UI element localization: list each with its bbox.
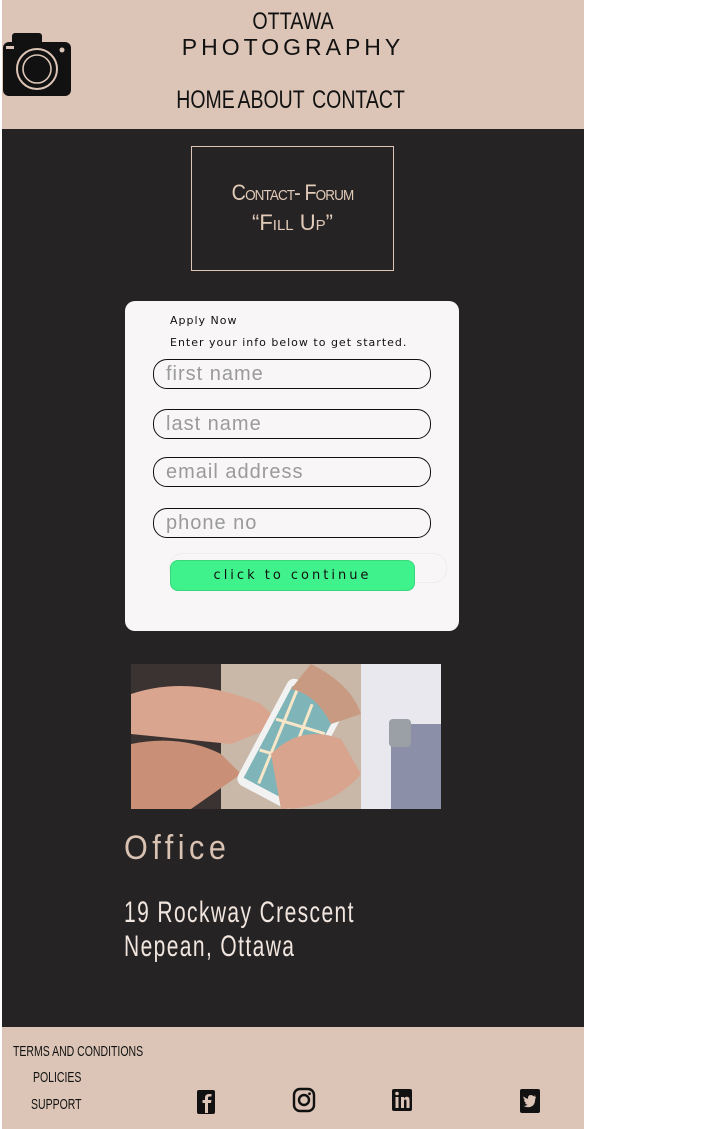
contact-form-card: Apply Now Enter your info below to get s… [125, 301, 459, 631]
phone-input[interactable] [153, 508, 431, 538]
address-line-2: Nepean, Ottawa [124, 930, 296, 963]
page-subtitle: “Fill Up” [252, 210, 333, 235]
linkedin-icon[interactable] [391, 1087, 413, 1113]
email-input[interactable] [153, 457, 431, 487]
nav-about[interactable]: ABOUT [237, 86, 304, 115]
site-header: OTTAWA PHOTOGRAPHY HOME ABOUT CONTACT [2, 0, 584, 129]
brand-tagline: PHOTOGRAPHY [181, 34, 405, 60]
policies-link[interactable]: POLICIES [33, 1069, 81, 1086]
terms-link[interactable]: TERMS AND CONDITIONS [13, 1043, 143, 1060]
support-link[interactable]: SUPPORT [31, 1096, 82, 1113]
continue-button[interactable]: click to continue [170, 560, 415, 591]
site-footer: TERMS AND CONDITIONS POLICIES SUPPORT [2, 1027, 584, 1129]
first-name-input[interactable] [153, 359, 431, 389]
instagram-icon[interactable] [292, 1087, 316, 1113]
last-name-input[interactable] [153, 409, 431, 439]
office-heading: Office [124, 829, 231, 867]
form-heading: Apply Now [170, 314, 238, 327]
address-line-1: 19 Rockway Crescent [124, 896, 355, 929]
page-title: Contact- Forum [231, 180, 355, 205]
page: OTTAWA PHOTOGRAPHY HOME ABOUT CONTACT Co… [2, 0, 584, 1129]
brand-name: OTTAWA [252, 8, 334, 35]
map-phone-photo [131, 664, 441, 809]
nav-contact[interactable]: CONTACT [312, 86, 405, 115]
main-content: Contact- Forum “Fill Up” Apply Now Enter… [2, 129, 584, 1027]
form-subheading: Enter your info below to get started. [170, 336, 408, 349]
main-nav: HOME ABOUT CONTACT [2, 86, 584, 115]
twitter-icon[interactable] [519, 1088, 541, 1114]
nav-home[interactable]: HOME [176, 86, 235, 115]
facebook-icon[interactable] [195, 1089, 217, 1115]
page-title-box: Contact- Forum “Fill Up” [191, 146, 394, 271]
